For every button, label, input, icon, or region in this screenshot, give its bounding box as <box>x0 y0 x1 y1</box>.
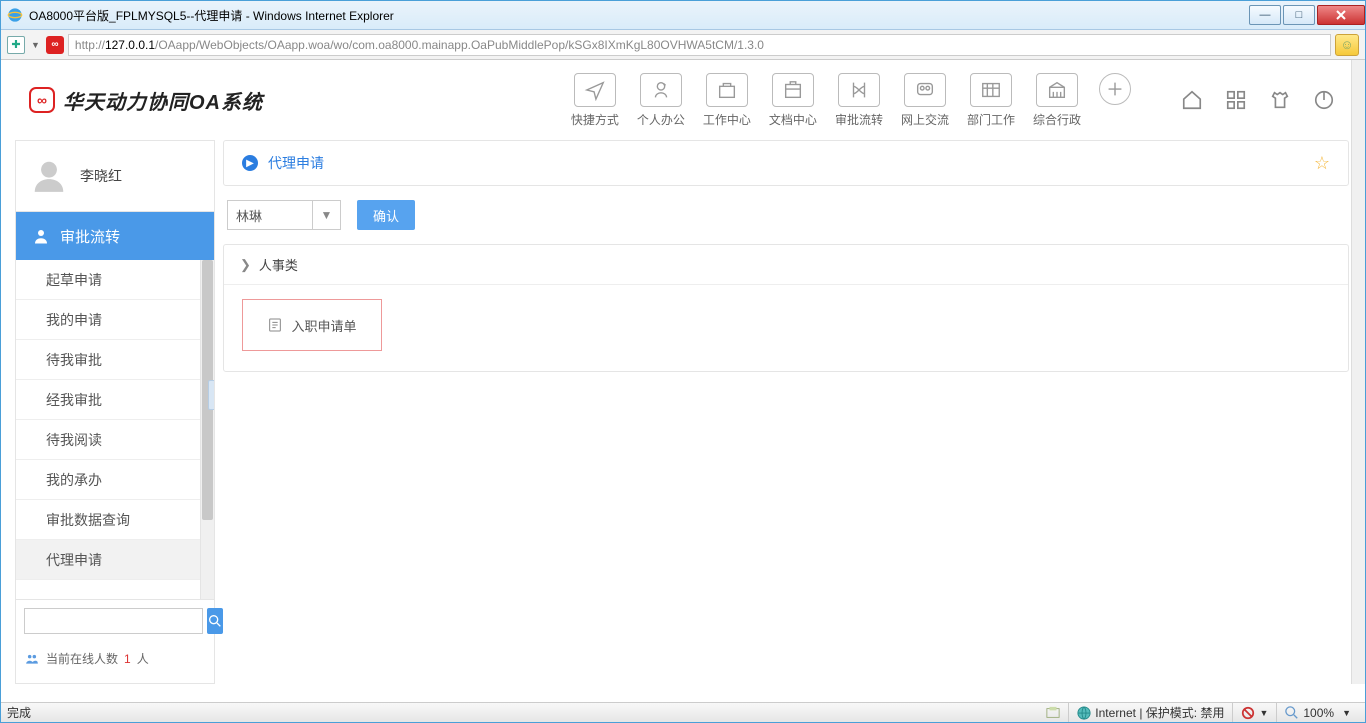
top-nav-4[interactable]: 审批流转 <box>835 73 883 128</box>
status-zoom[interactable]: 100% ▼ <box>1276 703 1359 722</box>
user-card: 李晓红 <box>15 140 215 212</box>
sidebar-search-input[interactable] <box>24 608 203 634</box>
combobox-dropdown-button[interactable]: ▼ <box>313 200 341 230</box>
app-header: ∞ 华天动力协同OA系统 快捷方式 个人办公 工作中心 文档中心 审批流转 网上交流 部门工… <box>1 60 1365 140</box>
sidebar-item-2[interactable]: 待我审批 <box>16 340 200 380</box>
ie-icon <box>7 7 23 23</box>
top-nav-5[interactable]: 网上交流 <box>901 73 949 128</box>
sidebar-item-6[interactable]: 审批数据查询 <box>16 500 200 540</box>
url-host: 127.0.0.1 <box>105 38 155 52</box>
favorites-button[interactable]: ☺ <box>1335 34 1359 56</box>
panel-header[interactable]: ❯ 人事类 <box>224 245 1348 285</box>
status-protected-mode[interactable]: ▼ <box>1232 703 1276 722</box>
zoom-icon <box>1285 706 1299 720</box>
dropdown-icon[interactable]: ▼ <box>31 40 40 50</box>
shirt-icon[interactable] <box>1269 89 1291 111</box>
url-path: /OAapp/WebObjects/OAapp.woa/wo/com.oa800… <box>155 38 764 52</box>
page-title: 代理申请 <box>268 153 324 173</box>
window-titlebar: OA8000平台版_FPLMYSQL5--代理申请 - Windows Inte… <box>1 1 1365 30</box>
status-popup-icon[interactable] <box>1038 703 1068 722</box>
window-maximize-button[interactable]: □ <box>1283 5 1315 25</box>
status-left: 完成 <box>7 704 31 721</box>
window-minimize-button[interactable]: — <box>1249 5 1281 25</box>
address-bar: ✚ ▼ ∞ http://127.0.0.1/OAapp/WebObjects/… <box>1 30 1365 60</box>
sidebar-item-5[interactable]: 我的承办 <box>16 460 200 500</box>
url-prefix: http:// <box>75 38 105 52</box>
sidebar-collapse-handle[interactable] <box>208 380 214 410</box>
top-nav-label: 综合行政 <box>1033 111 1081 128</box>
sidebar-scrollbar[interactable] <box>200 260 214 599</box>
sidebar-item-1[interactable]: 我的申请 <box>16 300 200 340</box>
page-header-arrow-icon: ▶ <box>242 155 258 171</box>
online-users: 当前在线人数 1人 <box>24 650 206 667</box>
favorite-star-icon[interactable]: ☆ <box>1314 153 1330 174</box>
top-nav-label: 审批流转 <box>835 111 883 128</box>
combobox-value[interactable]: 林琳 <box>227 200 313 230</box>
top-nav-3[interactable]: 文档中心 <box>769 73 817 128</box>
window-title: OA8000平台版_FPLMYSQL5--代理申请 - Windows Inte… <box>29 7 1247 24</box>
top-nav-1[interactable]: 个人办公 <box>637 73 685 128</box>
online-unit: 人 <box>137 650 149 667</box>
status-zone: Internet | 保护模式: 禁用 <box>1068 703 1232 722</box>
status-zone-text: Internet | 保护模式: 禁用 <box>1095 704 1224 721</box>
users-icon <box>24 652 40 666</box>
top-nav-label: 个人办公 <box>637 111 685 128</box>
power-icon[interactable] <box>1313 89 1335 111</box>
top-nav-0[interactable]: 快捷方式 <box>571 73 619 128</box>
url-input[interactable]: http://127.0.0.1/OAapp/WebObjects/OAapp.… <box>68 34 1331 56</box>
brand: ∞ 华天动力协同OA系统 <box>29 86 263 115</box>
top-nav-7[interactable]: 综合行政 <box>1033 73 1081 128</box>
category-panel: ❯ 人事类 入职申请单 <box>223 244 1349 372</box>
user-combobox[interactable]: 林琳 ▼ <box>227 200 341 230</box>
top-nav-label: 文档中心 <box>769 111 817 128</box>
top-nav-6[interactable]: 部门工作 <box>967 73 1015 128</box>
ie-status-bar: 完成 Internet | 保护模式: 禁用 ▼ 100% ▼ <box>1 702 1365 722</box>
top-nav-2[interactable]: 工作中心 <box>703 73 751 128</box>
page-header: ▶ 代理申请 ☆ <box>223 140 1349 186</box>
sidebar-item-7[interactable]: 代理申请 <box>16 540 200 580</box>
brand-text: 华天动力协同OA系统 <box>63 86 263 115</box>
online-count: 1 <box>124 652 131 666</box>
user-name: 李晓红 <box>80 166 122 186</box>
person-icon <box>32 227 50 245</box>
globe-icon <box>1077 706 1091 720</box>
online-label: 当前在线人数 <box>46 650 118 667</box>
sidebar-section-header[interactable]: 审批流转 <box>16 212 214 260</box>
apps-icon[interactable] <box>1225 89 1247 111</box>
sidebar-item-3[interactable]: 经我审批 <box>16 380 200 420</box>
avatar-icon <box>30 157 68 195</box>
top-nav-label: 工作中心 <box>703 111 751 128</box>
page-scrollbar[interactable] <box>1351 60 1365 684</box>
status-zoom-value: 100% <box>1303 706 1334 720</box>
site-favicon: ∞ <box>46 36 64 54</box>
sidebar-item-0[interactable]: 起草申请 <box>16 260 200 300</box>
form-icon <box>267 317 283 333</box>
sidebar-section-title: 审批流转 <box>60 226 120 247</box>
top-nav-label: 网上交流 <box>901 111 949 128</box>
window-close-button[interactable] <box>1317 5 1365 25</box>
top-nav-label: 部门工作 <box>967 111 1015 128</box>
security-shield-icon[interactable]: ✚ <box>7 36 25 54</box>
home-icon[interactable] <box>1181 89 1203 111</box>
top-nav-label: 快捷方式 <box>571 111 619 128</box>
top-nav-add[interactable] <box>1099 73 1131 105</box>
brand-logo-icon: ∞ <box>29 87 55 113</box>
form-card-label: 入职申请单 <box>291 316 356 335</box>
sidebar-item-4[interactable]: 待我阅读 <box>16 420 200 460</box>
chevron-right-icon: ❯ <box>240 257 251 273</box>
panel-title: 人事类 <box>259 255 298 274</box>
confirm-button[interactable]: 确认 <box>357 200 415 230</box>
form-card-entry[interactable]: 入职申请单 <box>242 299 382 351</box>
